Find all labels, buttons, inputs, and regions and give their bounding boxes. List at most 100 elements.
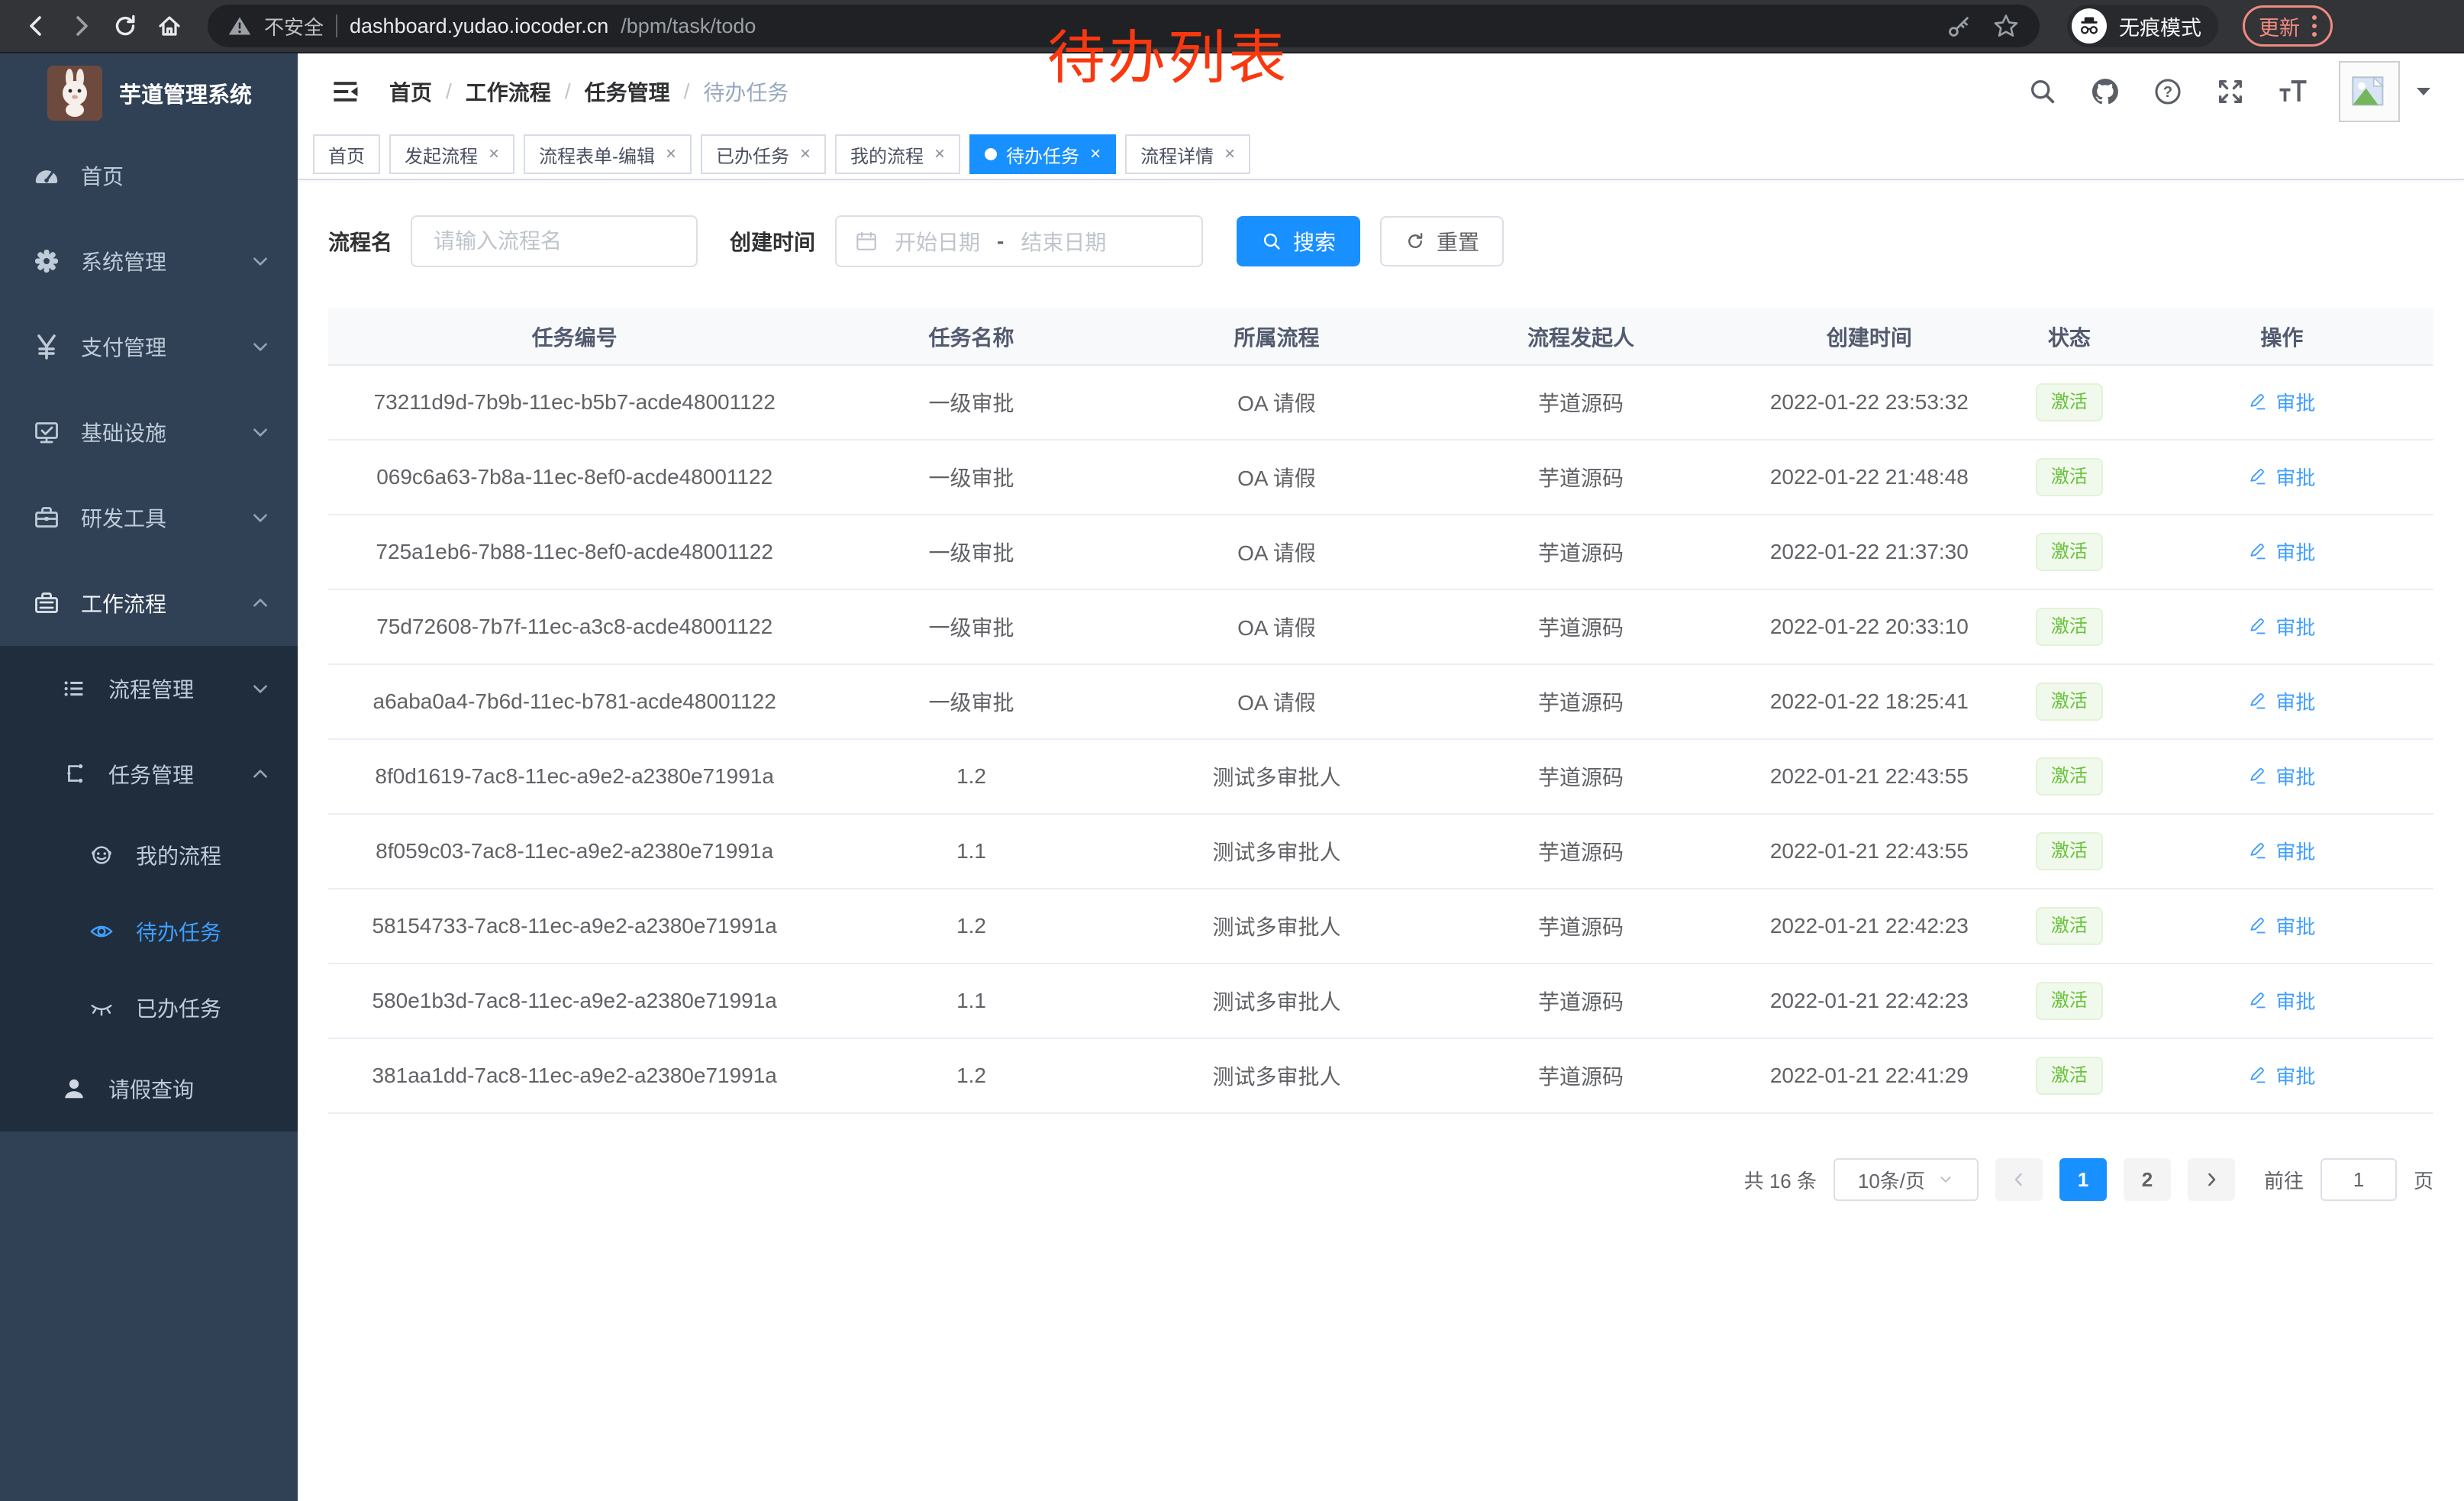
approve-label: 审批 [2275,388,2315,416]
sidebar-item-payment[interactable]: 支付管理 [0,304,298,389]
approve-button[interactable]: 审批 [2248,912,2315,940]
home-icon[interactable] [153,9,186,43]
task-name: 1.2 [821,889,1121,964]
search-button[interactable]: 搜索 [1237,216,1360,266]
breadcrumb-task-management[interactable]: 任务管理 [585,76,670,107]
goto-page-input[interactable] [2320,1158,2397,1201]
password-key-icon[interactable] [1946,13,1972,39]
incognito-icon [2072,8,2107,44]
table-row: 75d72608-7b7f-11ec-a3c8-acde48001122一级审批… [328,589,2433,664]
table-row: 58154733-7ac8-11ec-a9e2-a2380e71991a1.2测… [328,889,2433,964]
prev-page-button[interactable] [1995,1158,2043,1201]
task-id: 725a1eb6-7b88-11ec-8ef0-acde48001122 [328,515,821,589]
task-process: OA 请假 [1122,440,1431,515]
close-icon[interactable]: × [1224,144,1235,165]
tab-home[interactable]: 首页 [313,134,380,174]
task-name: 一级审批 [821,664,1121,739]
approve-button[interactable]: 审批 [2248,762,2315,790]
tab-process-detail[interactable]: 流程详情× [1125,134,1250,174]
approve-button[interactable]: 审批 [2248,1061,2315,1089]
tab-my-process[interactable]: 我的流程× [835,134,960,174]
tab-todo-tasks[interactable]: 待办任务× [969,134,1116,174]
approve-button[interactable]: 审批 [2248,388,2315,416]
approve-button[interactable]: 审批 [2248,537,2315,566]
page-button-1[interactable]: 1 [2059,1158,2107,1201]
reset-button[interactable]: 重置 [1380,216,1504,266]
breadcrumb-separator: / [446,79,452,104]
help-icon[interactable]: ? [2151,75,2185,108]
task-starter: 芋道源码 [1431,365,1730,440]
page-button-2[interactable]: 2 [2124,1158,2171,1201]
task-id: 069c6a63-7b8a-11ec-8ef0-acde48001122 [328,440,821,515]
sidebar-item-task-management[interactable]: 任务管理 [0,731,298,817]
col-task-id: 任务编号 [328,308,821,365]
approve-button[interactable]: 审批 [2248,687,2315,715]
approve-button[interactable]: 审批 [2248,612,2315,641]
table-row: 8f059c03-7ac8-11ec-a9e2-a2380e71991a1.1测… [328,814,2433,889]
task-name: 1.1 [821,814,1121,889]
github-icon[interactable] [2088,75,2122,108]
security-warning-icon[interactable] [227,14,252,38]
fullscreen-icon[interactable] [2214,75,2247,108]
close-icon[interactable]: × [800,144,811,165]
sidebar-item-label: 研发工具 [81,502,166,533]
process-list-icon [60,674,89,703]
todo-task-page: 流程名 创建时间 开始日期 - 结束日期 搜索 重置 [298,180,2464,1501]
browser-toolbar: 不安全 dashboard.yudao.iocoder.cn/bpm/task/… [0,0,2464,53]
sidebar-item-label: 基础设施 [81,417,166,447]
font-size-icon[interactable] [2276,75,2310,108]
sidebar-item-dev-tools[interactable]: 研发工具 [0,475,298,560]
page-size-value: 10条/页 [1858,1166,1925,1194]
reload-icon[interactable] [108,9,142,43]
tags-view-bar: 首页 发起流程× 流程表单-编辑× 已办任务× 我的流程× 待办任务× 流程详情… [298,130,2464,180]
tab-done-tasks[interactable]: 已办任务× [701,134,826,174]
close-icon[interactable]: × [1090,144,1101,165]
dashboard-icon [32,161,61,190]
avatar[interactable] [2339,61,2400,122]
avatar-caret-icon[interactable] [2415,86,2432,97]
browser-menu-icon[interactable] [2312,15,2317,37]
process-name-input[interactable] [411,215,698,267]
close-icon[interactable]: × [489,144,499,165]
sidebar-item-workflow[interactable]: 工作流程 [0,560,298,646]
next-page-button[interactable] [2188,1158,2235,1201]
search-icon[interactable] [2026,75,2059,108]
close-icon[interactable]: × [934,144,945,165]
chevron-up-icon [250,593,270,613]
approve-button[interactable]: 审批 [2248,463,2315,491]
sidebar-item-my-process[interactable]: 我的流程 [0,817,298,893]
task-id: a6aba0a4-7b6d-11ec-b781-acde48001122 [328,664,821,739]
sidebar-item-leave-query[interactable]: 请假查询 [0,1046,298,1131]
forward-icon[interactable] [64,9,98,43]
table-row: 580e1b3d-7ac8-11ec-a9e2-a2380e71991a1.1测… [328,964,2433,1038]
sidebar-item-home[interactable]: 首页 [0,133,298,218]
task-id: 75d72608-7b7f-11ec-a3c8-acde48001122 [328,589,821,664]
browser-update-button[interactable]: 更新 [2243,5,2333,47]
breadcrumb-home[interactable]: 首页 [389,76,432,107]
sidebar-item-system[interactable]: 系统管理 [0,218,298,304]
tab-process-form-edit[interactable]: 流程表单-编辑× [524,134,692,174]
breadcrumb-workflow[interactable]: 工作流程 [466,76,551,107]
close-icon[interactable]: × [666,144,676,165]
sidebar-item-infrastructure[interactable]: 基础设施 [0,389,298,475]
back-icon[interactable] [20,9,53,43]
app-logo-row[interactable]: 芋道管理系统 [0,53,298,133]
task-id: 8f0d1619-7ac8-11ec-a9e2-a2380e71991a [328,739,821,814]
approve-button[interactable]: 审批 [2248,986,2315,1015]
tab-start-process[interactable]: 发起流程× [389,134,514,174]
col-process: 所属流程 [1122,308,1431,365]
address-bar[interactable]: 不安全 dashboard.yudao.iocoder.cn/bpm/task/… [208,5,2040,47]
task-created: 2022-01-21 22:43:55 [1730,814,2008,889]
date-range-picker[interactable]: 开始日期 - 结束日期 [835,215,1203,267]
chevron-down-icon [250,679,270,699]
page-size-select[interactable]: 10条/页 [1833,1158,1979,1201]
sidebar-item-label: 我的流程 [136,840,221,870]
approve-button[interactable]: 审批 [2248,837,2315,865]
sidebar-item-process-management[interactable]: 流程管理 [0,646,298,731]
sidebar-item-todo-tasks[interactable]: 待办任务 [0,893,298,970]
status-badge: 激活 [2036,907,2103,944]
bookmark-star-icon[interactable] [1992,12,2020,40]
task-created: 2022-01-22 21:48:48 [1730,440,2008,515]
sidebar-collapse-icon[interactable] [330,75,363,108]
sidebar-item-done-tasks[interactable]: 已办任务 [0,970,298,1046]
